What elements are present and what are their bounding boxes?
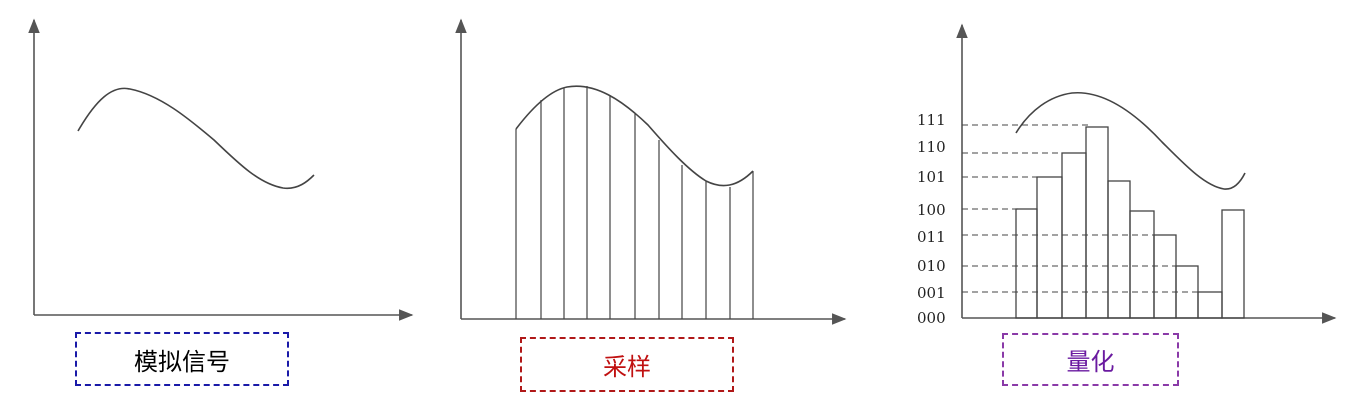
level-label: 100 xyxy=(917,201,946,219)
quantized-bar xyxy=(1221,209,1245,319)
caption-sampling: 采样 xyxy=(520,337,734,392)
level-label: 111 xyxy=(917,111,946,129)
level-label: 001 xyxy=(917,284,946,302)
diagram-stage: 111 110 101 100 011 010 001 000 模拟信号 采样 … xyxy=(0,0,1365,406)
level-label: 011 xyxy=(917,228,946,246)
caption-quantization: 量化 xyxy=(1002,333,1179,386)
level-labels: 111 110 101 100 011 010 001 000 xyxy=(917,111,946,327)
quantized-bar xyxy=(1036,176,1063,319)
quantized-bar xyxy=(1129,210,1155,319)
quantized-bar xyxy=(1107,180,1131,319)
quantized-bar xyxy=(1085,126,1109,319)
sample-lines xyxy=(515,86,754,319)
quantized-signal-curve xyxy=(1015,92,1246,190)
panel-sampling xyxy=(455,18,847,325)
panel-quantization: 111 110 101 100 011 010 001 000 xyxy=(917,23,1337,327)
quantized-bar xyxy=(1197,291,1223,319)
quantized-bars xyxy=(1015,126,1245,319)
level-label: 000 xyxy=(917,309,946,327)
panel-analog xyxy=(28,18,414,321)
level-label: 110 xyxy=(917,138,946,156)
level-label: 010 xyxy=(917,257,946,275)
quantized-bar xyxy=(1153,234,1177,319)
analog-signal-curve xyxy=(77,87,315,190)
quantized-bar xyxy=(1015,208,1038,319)
level-label: 101 xyxy=(917,168,946,186)
caption-analog-signal: 模拟信号 xyxy=(75,332,289,386)
quantization-dashed-lines xyxy=(962,124,1222,293)
